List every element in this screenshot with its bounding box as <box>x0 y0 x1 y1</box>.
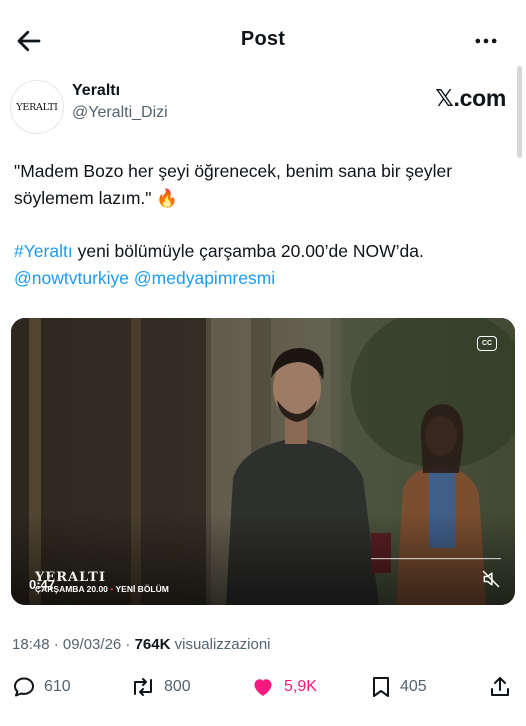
tweet-timestamp[interactable]: 18:48 · 09/03/26 · <box>12 636 135 653</box>
heart-icon <box>254 679 272 696</box>
tweet-meta: 18:48 · 09/03/26 · 764K visualizzazioni <box>12 636 271 653</box>
video-frame <box>11 318 515 605</box>
share-icon <box>491 677 509 696</box>
tweet-line-2: söylemem lazım." 🔥 <box>14 188 179 208</box>
tweet-text: "Madem Bozo her şeyi öğrenecek, benim sa… <box>14 158 514 292</box>
overlay-day-time: ÇARŞAMBA 20.00 <box>35 584 108 594</box>
share-button[interactable] <box>488 672 512 702</box>
bookmark-button[interactable]: 405 <box>370 672 427 702</box>
video-overlay-subtitle: ÇARŞAMBA 20.00 • YENİ BÖLÜM <box>35 584 169 594</box>
reply-icon <box>14 677 34 697</box>
page-title: Post <box>240 28 286 50</box>
author-handle[interactable]: @Yeralti_Dizi <box>72 104 168 122</box>
avatar-logo-text: YERALTI <box>16 101 58 113</box>
view-count: 764K <box>134 636 171 653</box>
like-count: 5,9K <box>284 678 317 695</box>
tweet-line-3: #Yeraltı yeni bölümüyle çarşamba 20.00’d… <box>14 238 514 265</box>
tweet-line-4: @nowtvturkiye @medyapimresmi <box>14 265 514 292</box>
mention-link-medyapim[interactable]: @medyapimresmi <box>134 268 275 288</box>
video-player[interactable]: CC YERALTI 0:47 ÇARŞAMBA 20.00 • YENİ BÖ… <box>11 318 515 605</box>
bookmark-count: 405 <box>400 678 427 695</box>
x-com-logo: 𝕏.com <box>435 85 506 111</box>
mention-link-nowtv[interactable]: @nowtvturkiye <box>14 268 129 288</box>
scrollbar[interactable] <box>517 66 522 158</box>
more-options-icon[interactable] <box>472 26 500 56</box>
overlay-separator: • <box>110 584 114 594</box>
overlay-new-episode: YENİ BÖLÜM <box>115 584 169 594</box>
avatar[interactable]: YERALTI <box>10 80 64 134</box>
mute-icon[interactable] <box>481 569 501 589</box>
top-bar: Post <box>0 0 526 80</box>
repost-button[interactable]: 800 <box>130 672 191 702</box>
reply-count: 610 <box>44 678 71 695</box>
captions-button[interactable]: CC <box>477 336 497 351</box>
reply-button[interactable]: 610 <box>12 672 71 702</box>
tweet-line-1: "Madem Bozo her şeyi öğrenecek, benim sa… <box>14 161 453 181</box>
action-bar: 610 800 5,9K 405 <box>0 672 526 702</box>
views-label: visualizzazioni <box>170 636 271 653</box>
hashtag-link[interactable]: #Yeraltı <box>14 241 73 261</box>
bookmark-icon <box>373 677 389 697</box>
tweet-line-3-rest: yeni bölümüyle çarşamba 20.00’de NOW’da. <box>72 241 424 261</box>
repost-count: 800 <box>164 678 191 695</box>
author-name[interactable]: Yeraltı <box>72 82 120 100</box>
repost-icon <box>134 678 152 696</box>
like-button[interactable]: 5,9K <box>250 672 317 702</box>
